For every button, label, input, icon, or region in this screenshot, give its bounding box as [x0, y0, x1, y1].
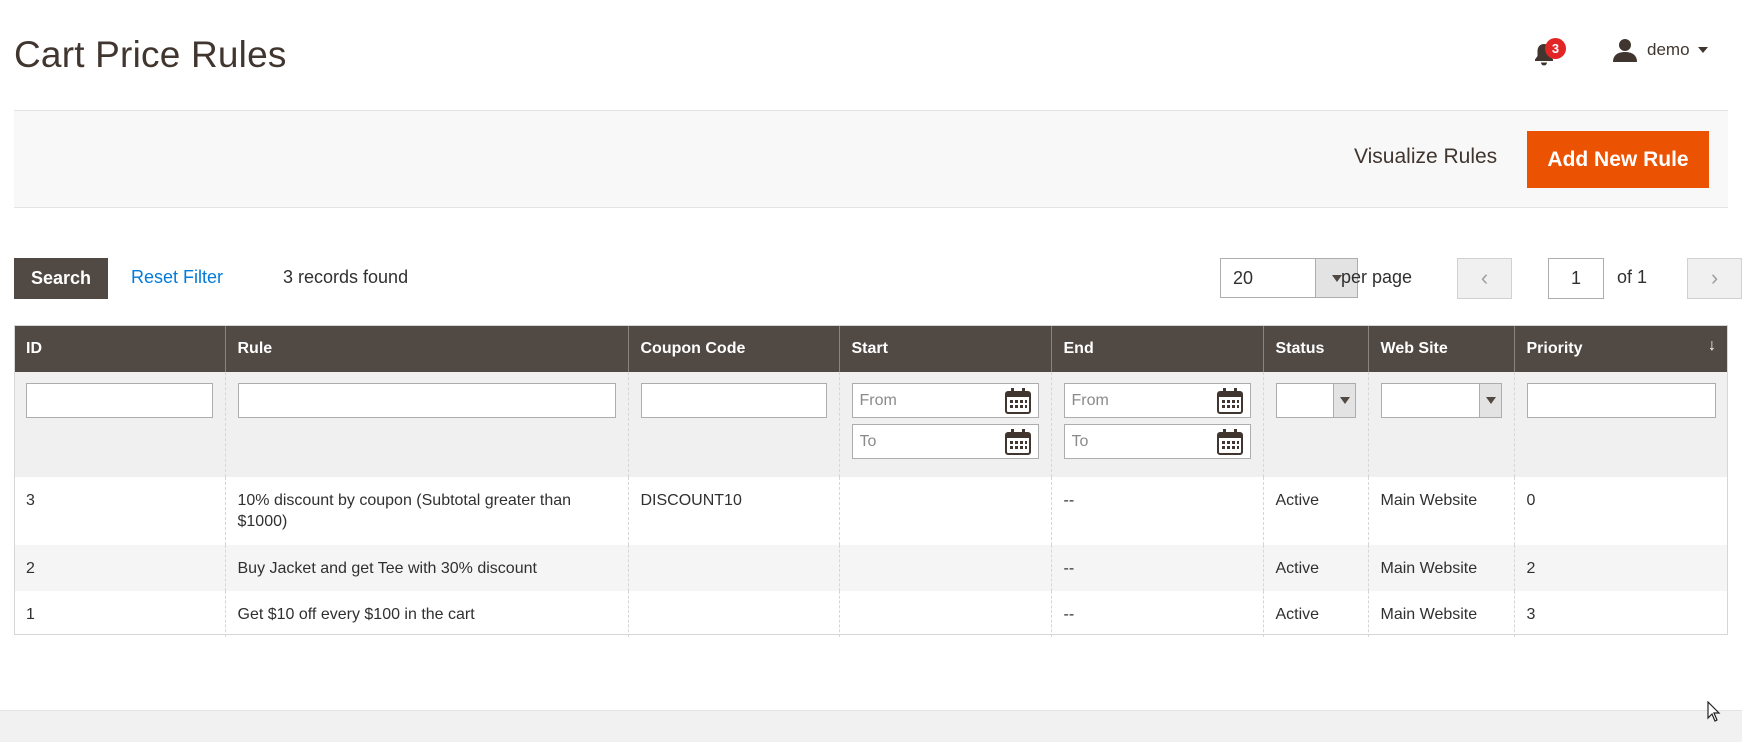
cell-priority: 2 [1513, 545, 1728, 591]
start-from-field [851, 383, 1039, 418]
cell-rule: Buy Jacket and get Tee with 30% discount [224, 545, 628, 591]
column-header-id[interactable]: ID [14, 325, 225, 372]
cell-rule: 10% discount by coupon (Subtotal greater… [224, 477, 628, 545]
cell-status: Active [1262, 545, 1368, 591]
calendar-icon[interactable] [1004, 388, 1031, 414]
calendar-icon[interactable] [1216, 429, 1243, 455]
cell-priority: 0 [1513, 477, 1728, 545]
notifications-button[interactable]: 3 [1531, 38, 1566, 68]
user-account-menu[interactable]: demo [1613, 36, 1708, 64]
cell-id: 1 [14, 591, 225, 637]
cell-end: -- [1050, 477, 1263, 545]
cell-website: Main Website [1367, 477, 1514, 545]
search-button[interactable]: Search [14, 258, 108, 299]
page-title: Cart Price Rules [14, 34, 287, 75]
column-header-priority-label: Priority [1526, 339, 1583, 357]
cell-coupon-code [627, 545, 839, 591]
filter-rule-input[interactable] [237, 383, 616, 418]
grid-toolbar: Search Reset Filter 3 records found 20 p… [14, 258, 1742, 300]
cell-end: -- [1050, 591, 1263, 637]
end-from-field [1063, 383, 1251, 418]
cell-start [838, 477, 1051, 545]
cell-website: Main Website [1367, 591, 1514, 637]
filter-coupon-input[interactable] [640, 383, 827, 418]
page-footer [0, 710, 1742, 742]
sort-descending-icon: ↓ [1708, 337, 1716, 354]
filter-cell-start [838, 372, 1051, 477]
filter-cell-status [1262, 372, 1368, 477]
previous-page-button[interactable]: ‹ [1457, 258, 1512, 299]
column-header-coupon-code[interactable]: Coupon Code [627, 325, 839, 372]
cart-price-rules-grid: ID Rule Coupon Code Start End Status Web… [14, 325, 1728, 637]
per-page-select[interactable]: 20 [1220, 258, 1358, 298]
table-row[interactable]: 2 Buy Jacket and get Tee with 30% discou… [14, 545, 1728, 591]
end-to-field [1063, 424, 1251, 459]
filter-priority-input[interactable] [1526, 383, 1716, 418]
page-actions-bar: Visualize Rules Add New Rule [14, 111, 1728, 208]
page-header: Cart Price Rules [14, 0, 1728, 111]
table-row[interactable]: 3 10% discount by coupon (Subtotal great… [14, 477, 1728, 545]
calendar-icon[interactable] [1216, 388, 1243, 414]
cell-coupon-code [627, 591, 839, 637]
column-header-priority[interactable]: Priority ↓ [1513, 325, 1728, 372]
chevron-down-icon [1478, 384, 1501, 417]
add-new-rule-button[interactable]: Add New Rule [1527, 131, 1709, 188]
filter-cell-id [14, 372, 225, 477]
cell-end: -- [1050, 545, 1263, 591]
filter-id-input[interactable] [26, 383, 213, 418]
mouse-cursor-icon [1707, 701, 1721, 722]
cell-id: 2 [14, 545, 225, 591]
chevron-down-icon [1332, 384, 1355, 417]
filter-cell-coupon [627, 372, 839, 477]
cell-status: Active [1262, 591, 1368, 637]
column-header-website[interactable]: Web Site [1367, 325, 1514, 372]
column-header-start[interactable]: Start [838, 325, 1051, 372]
filter-cell-website [1367, 372, 1514, 477]
records-found-count: 3 records found [283, 267, 409, 287]
next-page-button[interactable]: › [1687, 258, 1742, 299]
cell-website: Main Website [1367, 545, 1514, 591]
cell-priority: 3 [1513, 591, 1728, 637]
reset-filter-link[interactable]: Reset Filter [131, 267, 223, 288]
column-header-status[interactable]: Status [1262, 325, 1368, 372]
column-header-rule[interactable]: Rule [224, 325, 628, 372]
page-total: of 1 [1617, 267, 1648, 287]
cell-status: Active [1262, 477, 1368, 545]
cell-start [838, 591, 1051, 637]
visualize-rules-button[interactable]: Visualize Rules [1354, 145, 1497, 169]
filter-cell-priority [1513, 372, 1728, 477]
column-header-end[interactable]: End [1050, 325, 1263, 372]
user-icon [1613, 39, 1637, 62]
current-page-input[interactable] [1548, 258, 1604, 299]
chevron-left-icon: ‹ [1480, 265, 1489, 290]
per-page-value: 20 [1233, 268, 1254, 288]
chevron-down-icon [1697, 47, 1708, 53]
start-to-field [851, 424, 1039, 459]
chevron-right-icon: › [1710, 265, 1719, 290]
cell-coupon-code: DISCOUNT10 [627, 477, 839, 545]
filter-row [14, 372, 1728, 477]
cell-start [838, 545, 1051, 591]
filter-cell-rule [224, 372, 628, 477]
filter-website-select[interactable] [1380, 383, 1502, 418]
notification-count-badge: 3 [1545, 38, 1566, 59]
filter-cell-end [1050, 372, 1263, 477]
table-row[interactable]: 1 Get $10 off every $100 in the cart -- … [14, 591, 1728, 637]
per-page-label: per page [1341, 267, 1413, 287]
cell-id: 3 [14, 477, 225, 545]
user-name: demo [1647, 40, 1690, 59]
filter-status-select[interactable] [1275, 383, 1356, 418]
cell-rule: Get $10 off every $100 in the cart [224, 591, 628, 637]
calendar-icon[interactable] [1004, 429, 1031, 455]
grid-header-row: ID Rule Coupon Code Start End Status Web… [14, 325, 1728, 372]
